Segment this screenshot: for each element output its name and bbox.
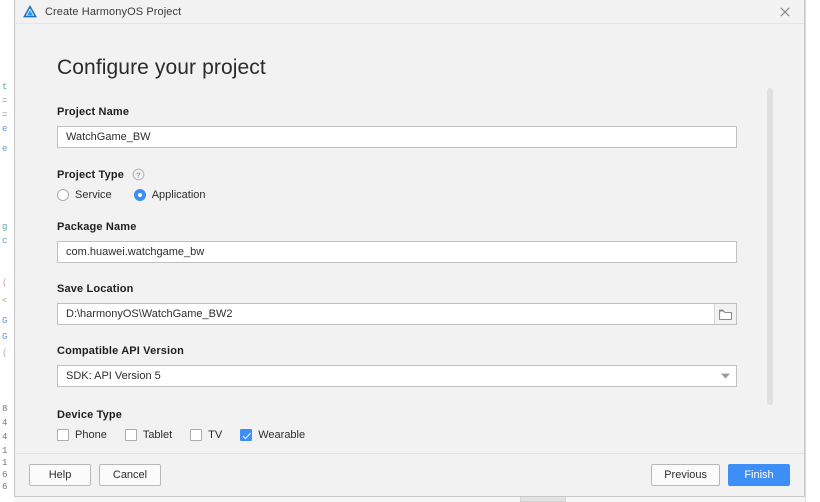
footer-right-actions: Previous Finish: [651, 464, 790, 486]
dialog-footer: Help Cancel Previous Finish: [15, 453, 804, 496]
radio-label-service: Service: [75, 189, 112, 201]
ide-code-fragment: g: [2, 222, 8, 232]
form-scrollbar-track[interactable]: [764, 24, 776, 453]
ide-code-fragment: e: [2, 124, 8, 134]
page-title: Configure your project: [57, 56, 266, 79]
ide-code-fragment: (: [2, 278, 8, 288]
ide-code-fragment: 8: [2, 404, 8, 414]
checkbox-device-phone[interactable]: Phone: [57, 429, 107, 441]
ide-code-fragment: 4: [2, 432, 8, 442]
dialog-title: Create HarmonyOS Project: [45, 5, 182, 18]
package-name-label: Package Name: [57, 221, 137, 233]
help-button[interactable]: Help: [29, 464, 91, 486]
radio-mark-service: [57, 189, 69, 201]
check-mark-tablet: [124, 429, 137, 441]
ide-code-fragment: G: [2, 332, 8, 342]
ide-code-fragment: <: [2, 296, 8, 306]
check-label-wearable: Wearable: [258, 429, 306, 441]
ide-code-fragment: 6: [2, 482, 8, 492]
finish-button[interactable]: Finish: [728, 464, 790, 486]
checkbox-device-wearable[interactable]: Wearable: [240, 429, 305, 441]
check-mark-phone: [57, 429, 69, 441]
ide-code-fragment: e: [2, 144, 8, 154]
close-icon[interactable]: [766, 0, 804, 23]
ide-editor-gutter: t = = e e g c ( < G G (8 4 4 1 1 6 6: [0, 0, 15, 502]
project-name-input[interactable]: [57, 126, 737, 148]
field-device-type: Device Type Phone Tablet TV Wearable: [57, 409, 761, 441]
checkbox-device-tablet[interactable]: Tablet: [124, 429, 173, 441]
form-scrollbar-thumb[interactable]: [767, 88, 773, 405]
radio-project-type-application[interactable]: Application: [133, 189, 206, 201]
cancel-button[interactable]: Cancel: [99, 464, 161, 486]
project-type-label: Project Type ?: [57, 168, 761, 181]
api-version-selected-value: SDK: API Version 5: [66, 370, 161, 382]
save-location-label: Save Location: [57, 283, 134, 295]
check-label-tablet: Tablet: [142, 429, 173, 441]
ide-code-fragment: 1: [2, 458, 8, 468]
checkbox-device-tv[interactable]: TV: [190, 429, 222, 441]
project-name-label: Project Name: [57, 106, 130, 118]
previous-button[interactable]: Previous: [651, 464, 720, 486]
project-type-radio-group: Service Application: [57, 189, 761, 201]
save-location-input-wrap: [57, 303, 737, 325]
help-circle-icon[interactable]: ?: [132, 168, 145, 181]
folder-icon[interactable]: [714, 304, 736, 324]
check-label-tv: TV: [208, 429, 223, 441]
api-version-select[interactable]: SDK: API Version 5: [57, 365, 737, 387]
svg-text:?: ?: [136, 170, 141, 179]
device-type-checkbox-group: Phone Tablet TV Wearable: [57, 429, 761, 441]
ide-code-fragment: 6: [2, 470, 8, 480]
dialog-body: Configure your project Project Name Proj…: [15, 24, 804, 453]
api-version-select-wrap: SDK: API Version 5: [57, 365, 737, 387]
ide-code-fragment: 4: [2, 418, 8, 428]
ide-code-fragment: t: [2, 82, 8, 92]
device-type-label: Device Type: [57, 409, 123, 421]
check-mark-wearable: [240, 429, 253, 441]
field-api-version: Compatible API Version SDK: API Version …: [57, 345, 761, 387]
check-mark-tv: [190, 429, 203, 441]
ide-code-fragment: =: [2, 110, 8, 120]
wizard-form: Configure your project Project Name Proj…: [15, 24, 761, 453]
ide-code-fragment: (: [2, 348, 8, 358]
radio-label-application: Application: [151, 189, 206, 201]
deveco-logo-icon: [23, 4, 37, 19]
api-version-label: Compatible API Version: [57, 345, 184, 357]
dialog-titlebar: Create HarmonyOS Project: [15, 0, 804, 24]
package-name-input[interactable]: [57, 241, 737, 263]
chevron-down-icon[interactable]: [714, 366, 736, 386]
radio-project-type-service[interactable]: Service: [57, 189, 112, 201]
ide-code-fragment: G: [2, 316, 8, 326]
save-location-input[interactable]: [57, 303, 737, 325]
create-harmonyos-project-dialog: Create HarmonyOS Project Configure your …: [14, 0, 805, 497]
field-project-name: Project Name: [57, 106, 761, 148]
field-save-location: Save Location: [57, 283, 761, 325]
ide-code-fragment: =: [2, 96, 8, 106]
field-package-name: Package Name: [57, 221, 761, 263]
check-label-phone: Phone: [75, 429, 107, 441]
ide-code-fragment: c: [2, 236, 8, 246]
field-project-type: Project Type ? Service Application: [57, 168, 761, 201]
ide-code-fragment: 1: [2, 446, 8, 456]
project-type-label-text: Project Type: [57, 168, 125, 181]
screen: t==eegc(<GG(8441166 com.huawei.watchgame…: [0, 0, 820, 502]
ide-right-strip: [805, 0, 820, 502]
radio-mark-application: [133, 189, 146, 201]
